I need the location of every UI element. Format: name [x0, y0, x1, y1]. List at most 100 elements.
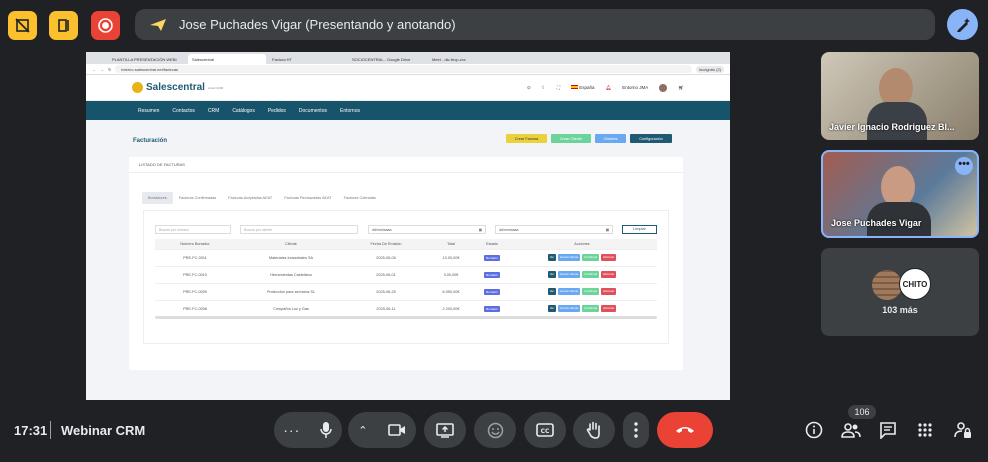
send-client-button[interactable]: Enviar cliente [558, 254, 581, 261]
send-client-button[interactable]: Enviar cliente [558, 271, 581, 278]
confirm-button[interactable]: Confirmar [582, 271, 600, 278]
more-icon[interactable]: ••• [955, 157, 973, 175]
tab-rechazadas[interactable]: Facturas Rechazadas AEAT [278, 192, 337, 204]
browser-tab[interactable]: PLANTILLA PRESENTACIÓN WEBI [108, 54, 186, 64]
participant-tile-active[interactable]: ••• Jose Puchades Vigar [821, 150, 979, 238]
nav-resumen[interactable]: Resumen [138, 108, 159, 114]
nav-documentos[interactable]: Documentos [299, 108, 327, 114]
forward-icon[interactable]: → [100, 67, 104, 72]
meeting-info-button[interactable] [803, 419, 825, 441]
nav-pedidos[interactable]: Pedidos [268, 108, 286, 114]
nav-entornos[interactable]: Entornos [340, 108, 360, 114]
emoji-button[interactable] [474, 412, 516, 448]
col-numero: Número Borrador [155, 239, 235, 250]
cell-acciones: Ver Enviar cliente Confirmar Eliminar [507, 300, 657, 318]
more-vert-icon [634, 422, 638, 438]
user-label[interactable]: Entorno JMA [622, 85, 648, 90]
cell-fecha: 2025-06-01 [347, 266, 425, 284]
flag-icon [571, 85, 579, 89]
clients-button[interactable]: Clientes [595, 134, 626, 143]
browser-tab[interactable]: Meet - dlc-fnvp-zxc [428, 54, 506, 64]
tab-cobradas[interactable]: Facturas Cobradas [338, 192, 382, 204]
captions-icon: CC [536, 423, 554, 437]
back-icon[interactable]: ← [92, 67, 96, 72]
view-button[interactable]: Ver [547, 254, 557, 261]
nav-contactos[interactable]: Contactos [172, 108, 195, 114]
recording-button[interactable] [91, 11, 120, 40]
send-client-button[interactable]: Enviar cliente [558, 288, 581, 295]
mic-icon[interactable] [319, 421, 333, 439]
raise-hand-button[interactable] [573, 412, 615, 448]
settings-button[interactable]: Configuración [630, 134, 672, 143]
delete-button[interactable]: Eliminar [601, 288, 617, 295]
cart-icon[interactable]: 🛒︎ [678, 85, 684, 91]
cell-estado: Borrador [477, 300, 507, 318]
app-content: Facturación Crear Factura Crear Cliente … [86, 120, 730, 400]
people-button[interactable] [840, 419, 862, 441]
participant-tile[interactable]: Javier Ignacio Rodriguez Bl... [821, 52, 979, 140]
date-to-input[interactable]: dd/mm/aaaa ▦ [495, 225, 613, 234]
create-invoice-button[interactable]: Crear Factura [506, 134, 547, 143]
tab-borradores[interactable]: Borradores [142, 192, 173, 204]
avatar[interactable] [659, 83, 668, 92]
nav-crm[interactable]: CRM [208, 108, 219, 114]
host-controls-button[interactable] [952, 419, 974, 441]
address-bar[interactable]: interno.salescentral.net/facturas [115, 65, 692, 73]
cell-estado: Borrador [477, 283, 507, 301]
reload-icon[interactable]: ↻ [108, 67, 111, 72]
browser-tab[interactable]: Factura HT [268, 54, 346, 64]
send-client-button[interactable]: Enviar cliente [558, 305, 581, 312]
view-button[interactable]: Ver [547, 288, 557, 295]
audio-options-icon[interactable]: ··· [283, 422, 300, 438]
tab-confirmadas[interactable]: Facturas Confirmadas [173, 192, 222, 204]
nav-catalogos[interactable]: Catálogos [232, 108, 255, 114]
end-call-button[interactable] [657, 412, 713, 448]
help-icon[interactable]: ⊙ [527, 85, 531, 91]
chevron-up-icon[interactable]: ⌃ [358, 424, 367, 437]
camera-icon[interactable] [387, 423, 406, 437]
leave-room-button[interactable] [49, 11, 78, 40]
more-options-button[interactable] [623, 412, 649, 448]
cell-cliente: Compañía Luz y Gas [235, 300, 347, 318]
browser-tab-active[interactable]: Salescentral [188, 54, 266, 64]
annotate-icon [956, 17, 970, 32]
confirm-button[interactable]: Confirmar [582, 254, 600, 261]
delete-button[interactable]: Eliminar [601, 254, 617, 261]
browser-toolbar: ← → ↻ interno.salescentral.net/facturas In… [86, 64, 730, 75]
browser-tab[interactable]: SOCIOCENTRAL - Google Drive [348, 54, 426, 64]
tab-aceptadas[interactable]: Facturas Aceptadas AEAT [222, 192, 278, 204]
notification-icon[interactable]: 🔔︎ [606, 85, 612, 91]
col-estado: Estado [477, 239, 507, 250]
present-button[interactable] [424, 412, 466, 448]
create-client-button[interactable]: Crear Cliente [551, 134, 591, 143]
annotate-button[interactable] [947, 9, 978, 40]
table-row: PRE-FC-0008 Compañía Luz y Gas 2025-06-11 2… [155, 300, 657, 318]
view-button[interactable]: Ver [547, 271, 557, 278]
cell-fecha: 2025-06-11 [347, 300, 425, 318]
date-from-input[interactable]: dd/mm/aaaa ▦ [368, 225, 486, 234]
view-button[interactable]: Ver [547, 305, 557, 312]
col-acciones: Acciones [507, 239, 657, 250]
others-tile[interactable]: CHITO 103 más [821, 248, 979, 336]
confirm-button[interactable]: Confirmar [582, 305, 600, 312]
search-cliente-input[interactable]: Buscar por cliente [240, 225, 358, 234]
clear-filters-button[interactable]: Limpiar [622, 225, 657, 234]
language-selector[interactable]: España [571, 85, 595, 90]
table-scrollbar[interactable] [155, 316, 657, 319]
theme-icon[interactable]: ☾ [542, 85, 546, 91]
calendar-icon[interactable]: ▦ [606, 228, 609, 232]
chat-button[interactable] [877, 419, 899, 441]
delete-button[interactable]: Eliminar [601, 271, 617, 278]
activities-button[interactable] [914, 419, 936, 441]
captions-button[interactable]: CC [524, 412, 566, 448]
layout-off-button[interactable] [8, 11, 37, 40]
app-logo[interactable]: Salescentral smart CRM [132, 82, 223, 93]
presenter-banner: Jose Puchades Vigar (Presentando y anota… [135, 9, 935, 40]
calendar-icon[interactable]: ▦ [479, 228, 482, 232]
profile-chip[interactable]: Incógnito (2) [695, 65, 724, 73]
cell-total: 13.00,00€ [425, 249, 477, 267]
fullscreen-icon[interactable]: ⛶ [557, 85, 560, 90]
search-numero-input[interactable]: Buscar por número [155, 225, 231, 234]
confirm-button[interactable]: Confirmar [582, 288, 600, 295]
delete-button[interactable]: Eliminar [601, 305, 617, 312]
